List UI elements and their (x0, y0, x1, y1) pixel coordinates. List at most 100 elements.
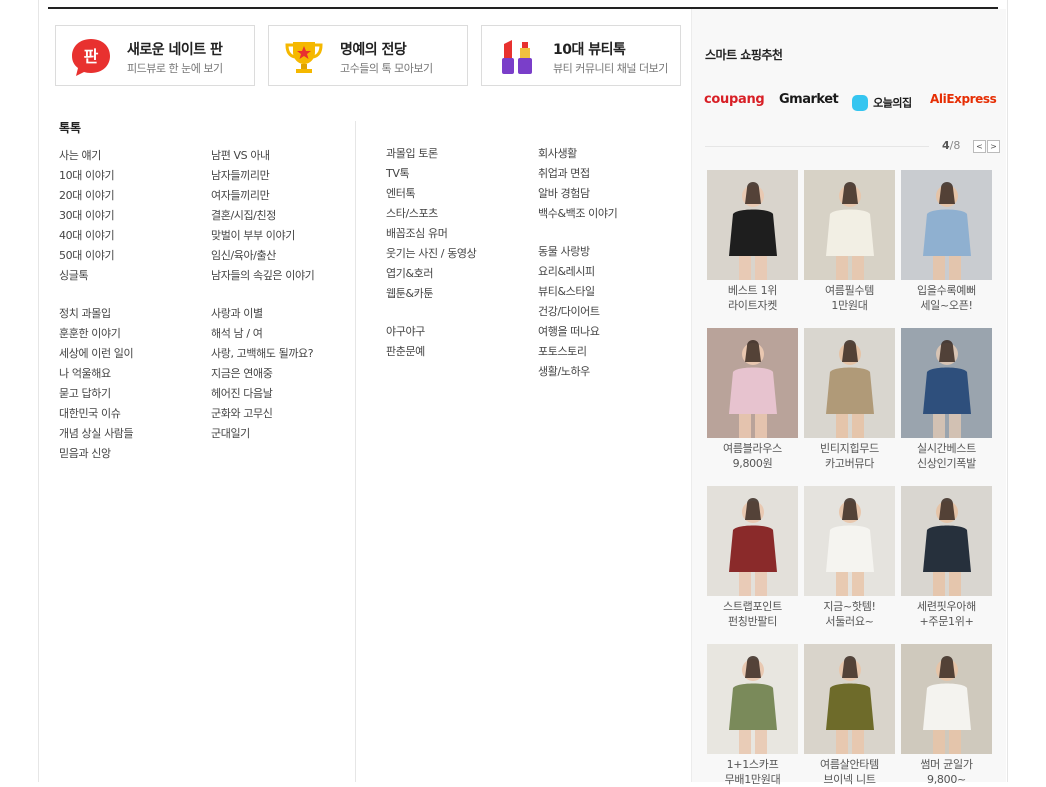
category-link[interactable]: 훈훈한 이야기 (59, 324, 133, 344)
product-card[interactable]: 썸머 균일가 9,800~ (901, 644, 992, 787)
category-link[interactable]: 남자들끼리만 (211, 166, 314, 186)
category-link[interactable]: 엔터톡 (386, 184, 476, 204)
product-image (707, 328, 798, 438)
ohou-logo[interactable]: 오늘의집 (852, 92, 912, 111)
category-link[interactable]: 개념 상실 사람들 (59, 424, 134, 444)
category-link[interactable]: 30대 이야기 (59, 206, 133, 226)
category-link[interactable]: 요리&레시피 (538, 262, 617, 282)
category-link[interactable]: 군화와 고무신 (211, 404, 314, 424)
category-link[interactable]: TV톡 (386, 164, 476, 184)
product-caption-line2: 신상인기폭발 (917, 457, 976, 470)
category-link[interactable]: 남편 VS 아내 (211, 146, 314, 166)
category-link[interactable]: 싱글톡 (59, 266, 133, 286)
category-link[interactable]: 과몰입 토론 (386, 144, 476, 164)
category-link[interactable]: 정치 과몰입 (59, 304, 133, 324)
category-link[interactable]: 사랑과 이별 (211, 304, 314, 324)
product-card[interactable]: 여름살안타템브이넥 니트 (804, 644, 895, 787)
category-link[interactable]: 사랑, 고백해도 될까요? (211, 344, 314, 364)
category-link[interactable]: 백수&백조 이야기 (538, 204, 618, 224)
category-link[interactable]: 해석 남 / 여 (211, 324, 314, 344)
product-caption-line1: 세련핏우아해 (917, 600, 976, 613)
category-link[interactable]: 20대 이야기 (59, 186, 133, 206)
category-link[interactable]: 여행을 떠나요 (538, 322, 617, 342)
product-image (707, 486, 798, 596)
aliexpress-logo[interactable]: AliExpress (930, 92, 997, 106)
product-caption-line1: 여름살안타템 (820, 758, 879, 771)
product-caption-line1: 썸머 균일가 (920, 758, 973, 771)
list-spacer (386, 304, 476, 322)
product-card[interactable]: 실시간베스트신상인기폭발 (901, 328, 992, 471)
category-link[interactable]: 스타/스포츠 (386, 204, 476, 224)
category-link[interactable]: 헤어진 다음날 (211, 384, 314, 404)
category-link[interactable]: 40대 이야기 (59, 226, 133, 246)
product-card[interactable]: 여름필수템 1만원대 (804, 170, 895, 313)
category-link[interactable]: 뷰티&스타일 (538, 282, 617, 302)
prev-page-button[interactable]: < (973, 140, 986, 153)
category-link[interactable]: 엽기&호러 (386, 264, 476, 284)
category-link[interactable]: 결혼/시집/친정 (211, 206, 314, 226)
promo-subtitle: 뷰티 커뮤니티 채널 더보기 (553, 62, 668, 75)
category-link[interactable]: 나 억울해요 (59, 364, 133, 384)
category-link[interactable]: 취업과 면접 (538, 164, 617, 184)
promo-hall-of-fame[interactable]: 명예의 전당 고수들의 톡 모아보기 (268, 25, 468, 86)
gmarket-logo[interactable]: Gmarket (779, 92, 839, 107)
category-link[interactable]: 회사생활 (538, 144, 617, 164)
promo-subtitle: 피드뷰로 한 눈에 보기 (127, 62, 223, 75)
product-caption-line2: 브이넥 니트 (823, 773, 876, 786)
category-column-3: 과몰입 토론 TV톡 엔터톡 스타/스포츠 배꼽조심 유머 웃기는 사진 / 동영상 엽기&… (386, 144, 477, 362)
category-link[interactable]: 임신/육아/출산 (211, 246, 314, 266)
category-link[interactable]: 배꼽조심 유머 (386, 224, 476, 244)
category-link[interactable]: 건강/다이어트 (538, 302, 617, 322)
smart-shopping-title: 스마트 쇼핑추천 (705, 48, 783, 62)
product-card[interactable]: 스트랩포인트 펀칭반팔티 (707, 486, 798, 629)
coupang-logo[interactable]: coupang (704, 92, 765, 107)
category-link[interactable]: 맞벌이 부부 이야기 (211, 226, 314, 246)
product-card[interactable]: 1+1스카프 무배1만원대 (707, 644, 798, 787)
promo-new-nate-pann[interactable]: 판 새로운 네이트 판 피드뷰로 한 눈에 보기 (55, 25, 255, 86)
product-card[interactable]: 베스트 1위 라이트자켓 (707, 170, 798, 313)
product-card[interactable]: 지금~핫템! 서둘러요~ (804, 486, 895, 629)
category-link[interactable]: 사는 얘기 (59, 146, 133, 166)
next-page-button[interactable]: > (987, 140, 1000, 153)
category-link[interactable]: 믿음과 신앙 (59, 444, 133, 464)
product-image (804, 170, 895, 280)
category-link[interactable]: 지금은 연애중 (211, 364, 314, 384)
product-card[interactable]: 입을수록예뻐 세일~오픈! (901, 170, 992, 313)
category-link[interactable]: 포토스토리 (538, 342, 617, 362)
promo-teen-beauty-talk[interactable]: 10대 뷰티톡 뷰티 커뮤니티 채널 더보기 (481, 25, 681, 86)
product-caption-line2: 라이트자켓 (727, 299, 778, 312)
product-caption-line1: 실시간베스트 (917, 442, 976, 455)
category-link[interactable]: 알바 경험담 (538, 184, 617, 204)
product-caption-line2: 카고버뮤다 (824, 457, 875, 470)
ohou-house-icon (852, 94, 868, 111)
product-caption-line2: 9,800~ (927, 773, 966, 786)
category-link[interactable]: 동물 사랑방 (538, 242, 617, 262)
product-caption-line1: 입을수록예뻐 (917, 284, 976, 297)
smart-shopping-panel: 스마트 쇼핑추천 coupang Gmarket 오늘의집 AliExpress… (691, 9, 1006, 786)
category-link[interactable]: 묻고 답하기 (59, 384, 133, 404)
promo-title: 새로운 네이트 판 (127, 42, 223, 58)
page-indicator: 4/8 (942, 139, 960, 152)
product-card[interactable]: 빈티지힙무드 카고버뮤다 (804, 328, 895, 471)
category-link[interactable]: 여자들끼리만 (211, 186, 314, 206)
product-image (901, 328, 992, 438)
product-card[interactable]: 세련핏우아해 +주문1위+ (901, 486, 992, 629)
category-link[interactable]: 야구야구 (386, 322, 476, 342)
product-image (901, 644, 992, 754)
product-caption-line1: 지금~핫템! (823, 600, 876, 613)
product-caption-line1: 스트랩포인트 (723, 600, 782, 613)
category-link[interactable]: 생활/노하우 (538, 362, 617, 382)
product-card[interactable]: 여름블라우스 9,800원 (707, 328, 798, 471)
category-link[interactable]: 웃기는 사진 / 동영상 (386, 244, 477, 264)
category-column-4: 회사생활 취업과 면접 알바 경험담 백수&백조 이야기동물 사랑방 요리&레시피 뷰티&… (538, 144, 618, 382)
lipstick-icon (502, 40, 532, 74)
category-link[interactable]: 판춘문예 (386, 342, 476, 362)
category-link[interactable]: 웹툰&카툰 (386, 284, 476, 304)
category-link[interactable]: 세상에 이런 일이 (59, 344, 134, 364)
category-link[interactable]: 군대일기 (211, 424, 314, 444)
category-link[interactable]: 10대 이야기 (59, 166, 133, 186)
category-link[interactable]: 남자들의 속깊은 이야기 (211, 266, 315, 286)
category-link[interactable]: 50대 이야기 (59, 246, 133, 266)
product-image (901, 170, 992, 280)
category-link[interactable]: 대한민국 이슈 (59, 404, 133, 424)
